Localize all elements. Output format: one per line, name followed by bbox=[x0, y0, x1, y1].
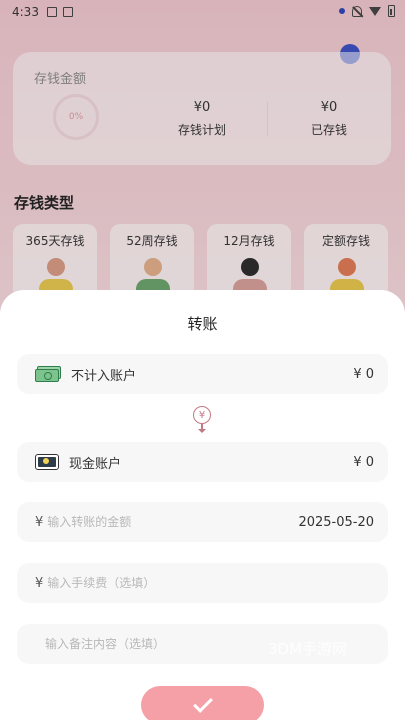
from-account-amount: ¥ 0 bbox=[353, 366, 374, 382]
down-arrow-icon bbox=[198, 424, 206, 433]
amount-currency: ¥ bbox=[35, 514, 44, 530]
amount-input-row: ¥ 2025-05-20 bbox=[17, 502, 388, 542]
to-account-label: 现金账户 bbox=[69, 456, 122, 472]
transfer-sheet: 转账 不计入账户 ¥ 0 ¥ 现金账户 ¥ 0 ¥ 2025-05-20 ¥ 3… bbox=[0, 290, 405, 720]
fee-input-row: ¥ bbox=[17, 563, 388, 603]
fee-currency: ¥ bbox=[35, 575, 44, 591]
fee-input[interactable] bbox=[47, 576, 374, 590]
to-account-row[interactable]: 现金账户 ¥ 0 bbox=[17, 442, 388, 482]
banknote-icon bbox=[35, 454, 59, 470]
from-account-label: 不计入账户 bbox=[71, 368, 137, 384]
sheet-title: 转账 bbox=[187, 315, 218, 333]
confirm-button[interactable] bbox=[141, 686, 264, 720]
to-account-amount: ¥ 0 bbox=[353, 454, 374, 470]
from-account-row[interactable]: 不计入账户 ¥ 0 bbox=[17, 354, 388, 394]
watermark-text: 3DM手游网 bbox=[268, 640, 348, 658]
yen-coin-icon: ¥ bbox=[193, 406, 211, 424]
check-icon bbox=[192, 693, 213, 713]
date-picker[interactable]: 2025-05-20 bbox=[298, 515, 374, 530]
transfer-direction-icon[interactable]: ¥ bbox=[192, 406, 212, 434]
cash-stack-icon bbox=[35, 366, 61, 382]
amount-input[interactable] bbox=[47, 515, 299, 529]
